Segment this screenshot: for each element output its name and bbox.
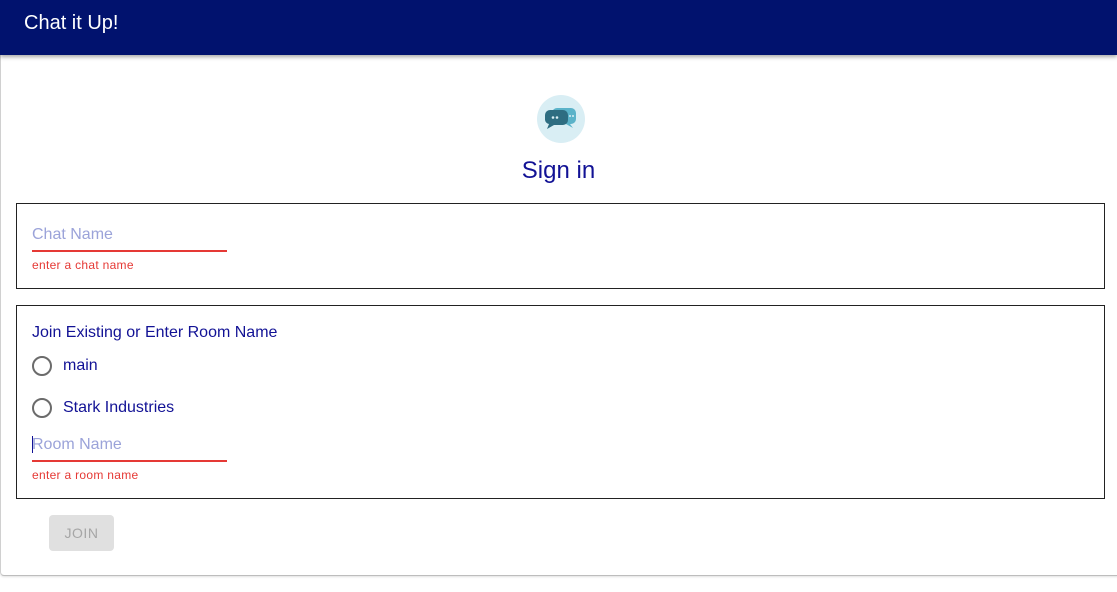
- room-name-input[interactable]: [32, 430, 227, 462]
- chat-name-helper-text: enter a chat name: [32, 258, 134, 272]
- app-bar: Chat it Up!: [0, 0, 1117, 55]
- chat-name-input[interactable]: [32, 220, 227, 252]
- app-title: Chat it Up!: [24, 12, 119, 34]
- text-cursor: [32, 436, 33, 453]
- radio-option-main[interactable]: main: [32, 354, 98, 378]
- room-group-label: Join Existing or Enter Room Name: [32, 324, 278, 341]
- chat-name-field: enter a chat name: [32, 220, 227, 272]
- radio-unchecked-icon[interactable]: [32, 398, 52, 418]
- room-name-field: enter a room name: [32, 430, 227, 482]
- radio-option-stark-industries[interactable]: Stark Industries: [32, 396, 174, 420]
- radio-label-main: main: [63, 357, 98, 374]
- chat-bubbles-icon: [537, 95, 585, 143]
- sign-in-title: Sign in: [521, 157, 596, 184]
- join-button[interactable]: JOIN: [49, 515, 114, 551]
- room-name-helper-text: enter a room name: [32, 468, 139, 482]
- radio-unchecked-icon[interactable]: [32, 356, 52, 376]
- chat-name-section: enter a chat name: [16, 203, 1105, 289]
- room-section: Join Existing or Enter Room Name main St…: [16, 305, 1105, 499]
- radio-label-stark-industries: Stark Industries: [63, 399, 175, 416]
